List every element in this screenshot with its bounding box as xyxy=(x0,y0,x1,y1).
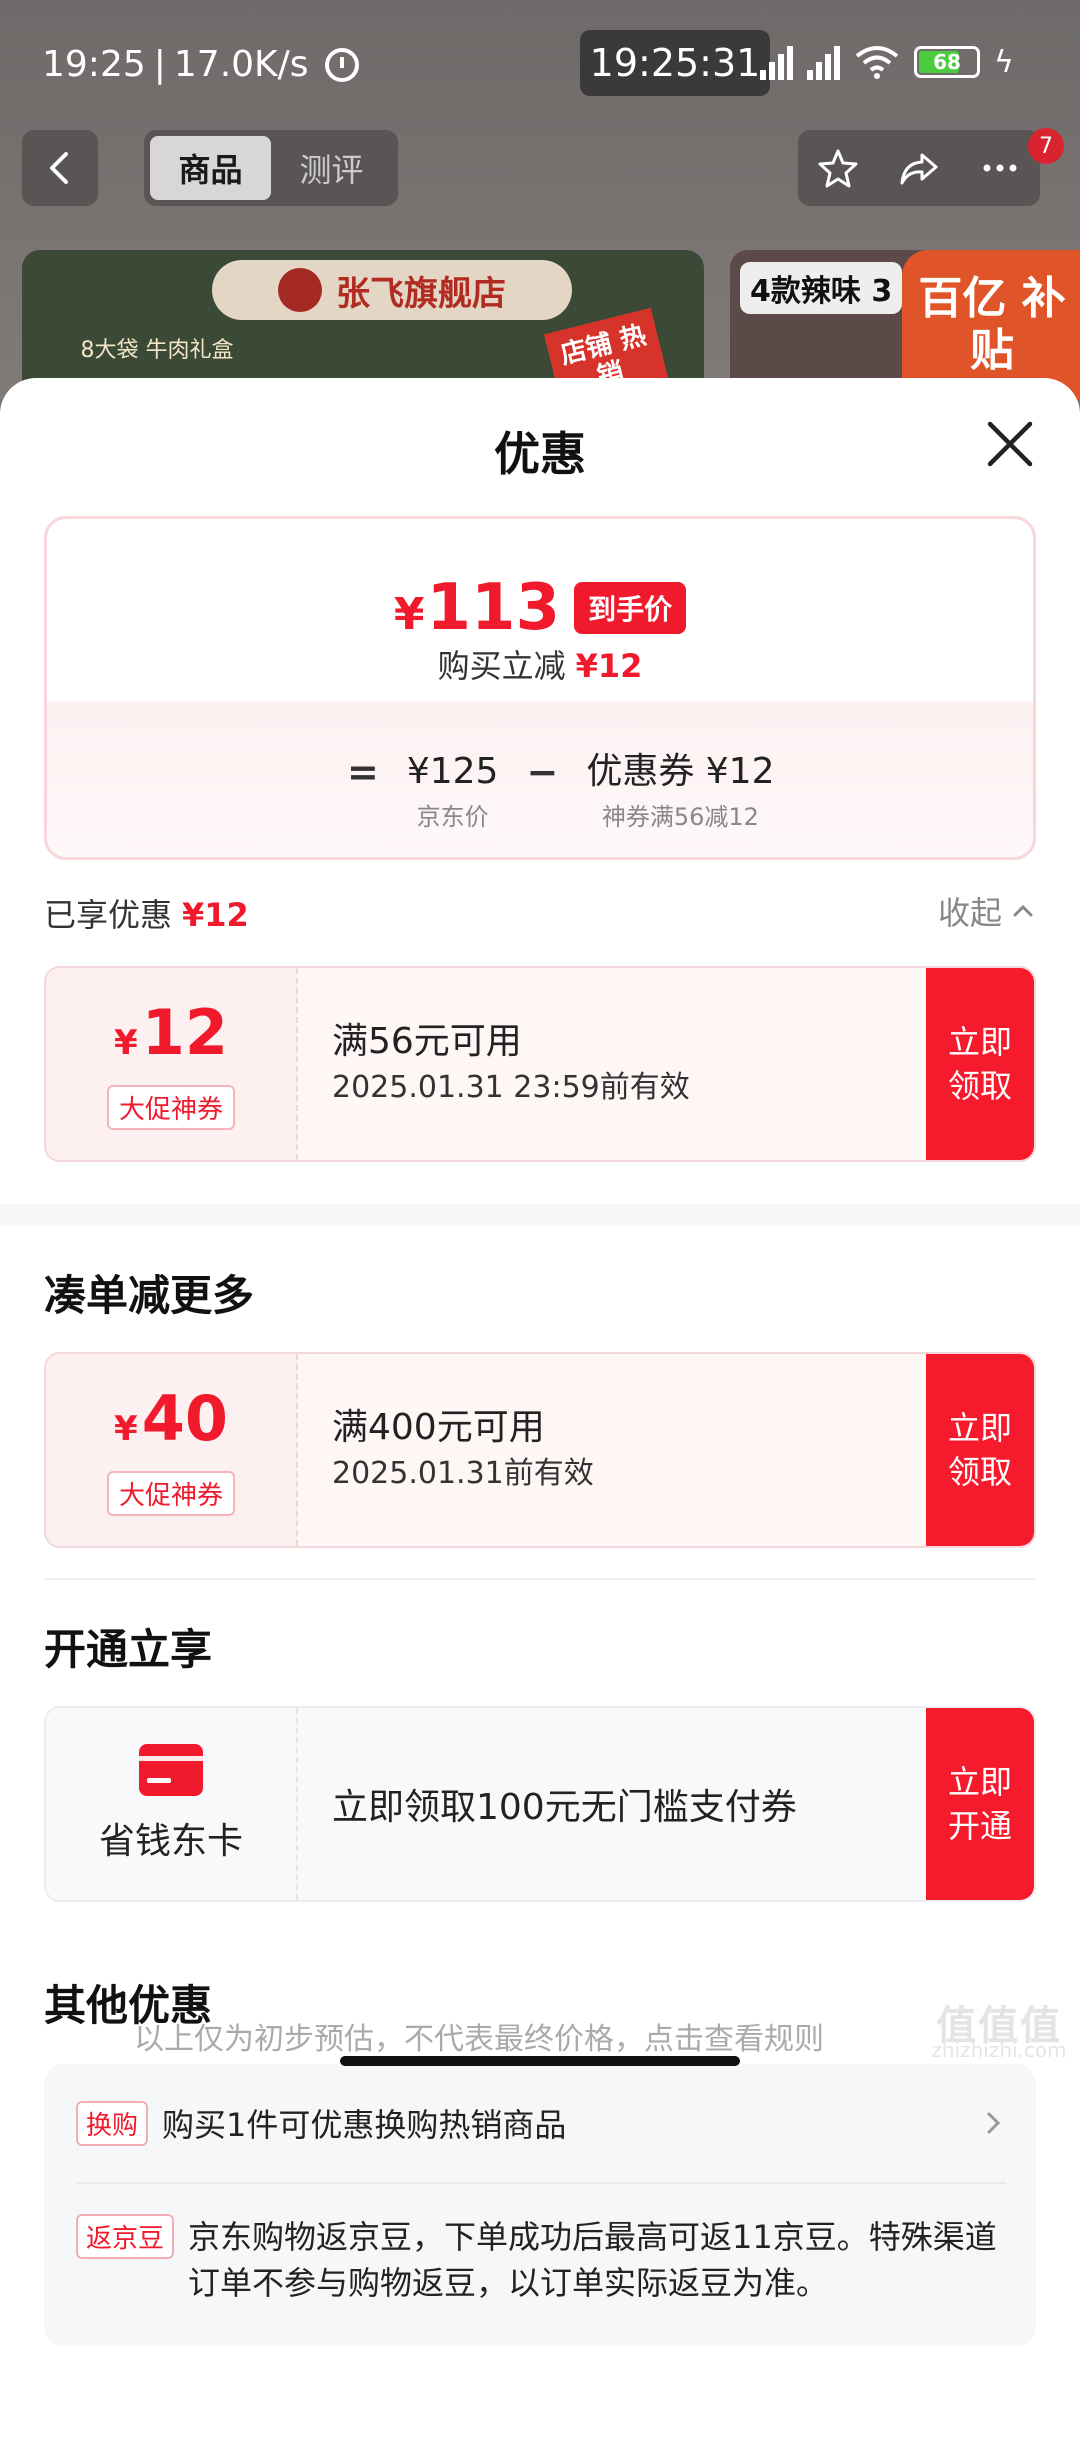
home-indicator[interactable] xyxy=(340,2056,740,2066)
trade-in-offer[interactable]: 换购 购买1件可优惠换购热销商品 xyxy=(76,2100,1006,2146)
chevron-left-icon xyxy=(50,152,68,184)
section-title-membership: 开通立享 xyxy=(44,1625,213,1674)
store-name-pill: 张飞旗舰店 xyxy=(212,260,572,320)
sheet-title: 优惠 xyxy=(494,427,586,481)
alarm-icon xyxy=(324,47,359,82)
activate-membership-button[interactable]: 立即开通 xyxy=(926,1708,1034,1900)
signal-icon xyxy=(760,44,793,80)
background-app: 19:25 | 17.0K/s 19:25:31 68 ϟ 商品 测评 7 张飞… xyxy=(0,0,1080,400)
price-formula: = ¥125 京东价 − 优惠券 ¥12 神券满56减12 xyxy=(347,749,774,832)
coupon-term: 优惠券 ¥12 神券满56减12 xyxy=(586,751,775,831)
tab-product[interactable]: 商品 xyxy=(150,136,271,200)
coupon-value-area: ¥12 大促神券 xyxy=(46,968,298,1160)
product-banner-title: 4款辣味 3 xyxy=(740,262,903,314)
share-icon[interactable] xyxy=(898,147,940,189)
minus-sign: − xyxy=(526,750,559,794)
chevron-up-icon xyxy=(1013,904,1033,917)
jd-price-term: ¥125 京东价 xyxy=(406,751,499,831)
net-speed: 17.0K/s xyxy=(173,44,309,85)
coupon-value-area: ¥40 大促神券 xyxy=(46,1354,298,1546)
offer-tag: 返京豆 xyxy=(76,2214,175,2259)
price-summary-card: ¥113 到手价 购买立减 ¥12 = ¥125 京东价 − 优惠券 ¥12 神券… xyxy=(44,516,1036,860)
watermark-logo: 值值值 zhizhizhi.com xyxy=(931,2003,1067,2062)
jd-beans-offer: 返京豆 京东购物返京豆，下单成功后最高可返11京豆。特殊渠道订单不参与购物返豆，… xyxy=(76,2214,1006,2306)
claim-coupon-button[interactable]: 立即领取 xyxy=(926,1354,1034,1546)
other-offers: 换购 购买1件可优惠换购热销商品 返京豆 京东购物返京豆，下单成功后最高可返11… xyxy=(44,2064,1036,2346)
divider xyxy=(76,2182,1006,2184)
status-time: 19:25 xyxy=(42,44,146,85)
coupon-expiry: 2025.01.31 23:59前有效 xyxy=(332,1070,690,1105)
chevron-right-icon xyxy=(987,2112,1001,2134)
final-price-tag: 到手价 xyxy=(574,582,687,634)
final-price: ¥113 xyxy=(393,571,561,645)
discount-sheet: 优惠 ¥113 到手价 购买立减 ¥12 = ¥125 京东价 − 优惠券 ¥12… xyxy=(0,378,1080,2460)
coupon-condition: 满56元可用 xyxy=(332,1021,522,1062)
membership-label: 省钱东卡 xyxy=(98,1821,243,1862)
status-left: 19:25 | 17.0K/s xyxy=(42,44,359,85)
tab-review[interactable]: 测评 xyxy=(271,136,392,200)
close-icon xyxy=(987,421,1033,467)
instant-discount: 购买立减 ¥12 xyxy=(437,647,643,685)
message-count-badge: 7 xyxy=(1028,128,1064,164)
coupon-details: 满56元可用 2025.01.31 23:59前有效 xyxy=(332,968,690,1160)
final-price-row: ¥113 到手价 xyxy=(47,571,1033,645)
close-button[interactable] xyxy=(982,416,1038,472)
status-icons: 68 ϟ xyxy=(760,44,1014,80)
store-logo xyxy=(278,268,322,312)
coupon-details: 满400元可用 2025.01.31前有效 xyxy=(332,1354,594,1546)
offer-text: 购买1件可优惠换购热销商品 xyxy=(162,2106,567,2144)
offer-text: 京东购物返京豆，下单成功后最高可返11京豆。特殊渠道订单不参与购物返豆，以订单实… xyxy=(188,2218,997,2302)
coupon-card: ¥12 大促神券 满56元可用 2025.01.31 23:59前有效 立即领取 xyxy=(44,966,1036,1162)
more-icon[interactable] xyxy=(979,147,1021,189)
coupon-amount: ¥40 xyxy=(114,1381,228,1455)
membership-brand: 省钱东卡 xyxy=(46,1708,298,1900)
coupon-amount: ¥12 xyxy=(114,995,228,1069)
membership-desc: 立即领取100元无门槛支付券 xyxy=(332,1787,797,1828)
top-tabs: 商品 测评 xyxy=(144,130,398,206)
back-button[interactable] xyxy=(22,130,98,206)
status-bar: 19:25 | 17.0K/s 19:25:31 68 ϟ xyxy=(0,0,1080,130)
top-actions xyxy=(798,130,1040,206)
coupon-card: ¥40 大促神券 满400元可用 2025.01.31前有效 立即领取 xyxy=(44,1352,1036,1548)
membership-card: 省钱东卡 立即领取100元无门槛支付券 立即开通 xyxy=(44,1706,1036,1902)
star-icon[interactable] xyxy=(817,147,859,189)
signal-icon xyxy=(807,44,840,80)
divider xyxy=(44,1578,1036,1580)
credit-card-icon xyxy=(139,1744,203,1796)
collapse-button[interactable]: 收起 xyxy=(938,888,1036,934)
clock-pill: 19:25:31 xyxy=(580,30,770,96)
coupon-type-tag: 大促神券 xyxy=(106,1084,235,1130)
wifi-icon xyxy=(855,46,899,79)
coupon-type-tag: 大促神券 xyxy=(106,1470,235,1516)
battery-icon: 68 xyxy=(914,46,980,78)
offer-tag: 换购 xyxy=(76,2100,149,2146)
section-divider xyxy=(0,1204,1080,1226)
price-disclaimer[interactable]: 以上仅为初步预估，不代表最终价格，点击查看规则 xyxy=(134,2014,824,2058)
coupon-expiry: 2025.01.31前有效 xyxy=(332,1456,594,1491)
claim-coupon-button[interactable]: 立即领取 xyxy=(926,968,1034,1160)
section-title-more-discount: 凑单减更多 xyxy=(44,1271,255,1320)
coupon-condition: 满400元可用 xyxy=(332,1407,545,1448)
enjoyed-discount: 已享优惠 ¥12 xyxy=(44,896,249,934)
equals-sign: = xyxy=(347,750,379,794)
charging-icon: ϟ xyxy=(994,44,1014,80)
